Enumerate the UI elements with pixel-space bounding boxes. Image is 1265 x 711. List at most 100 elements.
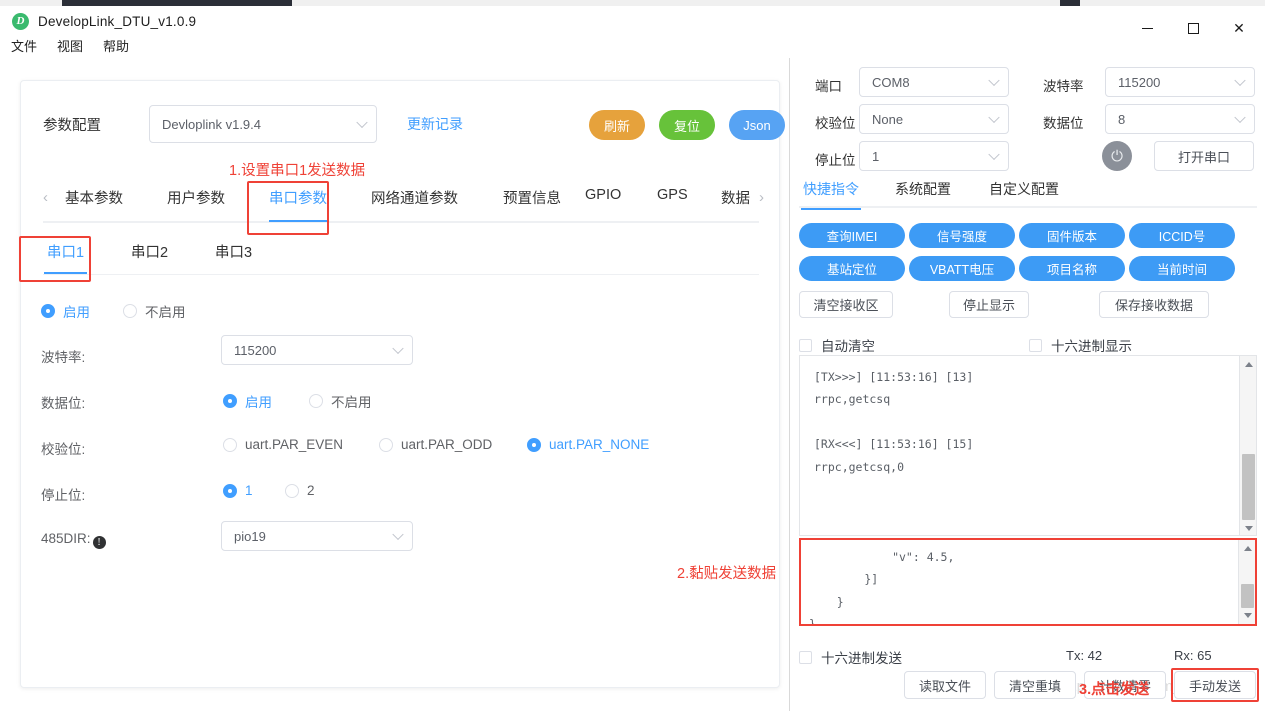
tab-network-channel[interactable]: 网络通道参数 bbox=[371, 187, 458, 208]
radio-enable-dot bbox=[41, 304, 55, 318]
scroll-down-icon[interactable] bbox=[1240, 520, 1256, 535]
left-panel: 参数配置 Devloplink v1.9.4 更新记录 刷新 复位 Json 1… bbox=[0, 58, 790, 711]
send-textarea[interactable]: "v": 4.5, }] } } bbox=[799, 538, 1257, 626]
baudrate-select-right[interactable]: 115200 bbox=[1105, 67, 1255, 97]
radio-parity-none-dot bbox=[527, 437, 541, 452]
rtab-quick-commands[interactable]: 快捷指令 bbox=[801, 179, 861, 210]
checkbox-auto-clear-label: 自动清空 bbox=[821, 339, 875, 354]
cmd-query-imei[interactable]: 查询IMEI bbox=[799, 223, 905, 248]
clear-refill-button[interactable]: 清空重填 bbox=[994, 671, 1076, 699]
config-label: 参数配置 bbox=[43, 118, 101, 134]
checkbox-hex-display[interactable]: 十六进制显示 bbox=[1029, 335, 1132, 355]
radio-parity-even-label: uart.PAR_EVEN bbox=[245, 437, 344, 452]
label-485dir-text: 485DIR: bbox=[41, 531, 91, 546]
checkbox-auto-clear[interactable]: 自动清空 bbox=[799, 335, 875, 355]
radio-databits-enable-label: 启用 bbox=[245, 395, 272, 410]
right-panel: 端口 COM8 波特率 115200 校验位 None 数据位 8 停止位 1 … bbox=[791, 58, 1265, 711]
cmd-vbatt-voltage[interactable]: VBATT电压 bbox=[909, 256, 1015, 281]
databits-select-right[interactable]: 8 bbox=[1105, 104, 1255, 134]
cmd-current-time[interactable]: 当前时间 bbox=[1129, 256, 1235, 281]
clear-receive-button[interactable]: 清空接收区 bbox=[799, 291, 893, 318]
json-button[interactable]: Json bbox=[729, 110, 785, 140]
rtab-system-config[interactable]: 系统配置 bbox=[895, 179, 951, 199]
radio-disable-label: 不启用 bbox=[145, 305, 186, 320]
firmware-select-value: Devloplink v1.9.4 bbox=[162, 116, 261, 132]
tab-gps[interactable]: GPS bbox=[657, 187, 688, 203]
save-receive-button[interactable]: 保存接收数据 bbox=[1099, 291, 1209, 318]
open-port-button[interactable]: 打开串口 bbox=[1154, 141, 1254, 171]
stopbits-select-right[interactable]: 1 bbox=[859, 141, 1009, 171]
tab-gpio[interactable]: GPIO bbox=[585, 187, 621, 203]
cmd-base-station[interactable]: 基站定位 bbox=[799, 256, 905, 281]
firmware-select[interactable]: Devloplink v1.9.4 bbox=[149, 105, 377, 143]
receive-terminal[interactable]: [TX>>>] [11:53:16] [13] rrpc,getcsq [RX<… bbox=[799, 355, 1257, 536]
read-file-button[interactable]: 读取文件 bbox=[904, 671, 986, 699]
cmd-signal-strength[interactable]: 信号强度 bbox=[909, 223, 1015, 248]
chevron-down-icon bbox=[988, 111, 1000, 124]
radio-enable[interactable]: 启用 bbox=[41, 301, 90, 321]
tab-basic-params[interactable]: 基本参数 bbox=[65, 187, 123, 208]
tab-scroll-right-icon[interactable]: › bbox=[759, 189, 764, 206]
tab-data[interactable]: 数据 bbox=[721, 187, 755, 208]
window-title: DevelopLink_DTU_v1.0.9 bbox=[38, 14, 197, 29]
tab-serial-params[interactable]: 串口参数 bbox=[269, 187, 327, 222]
tx-counter: Tx: 42 bbox=[1066, 648, 1103, 663]
rtab-quick-commands-label: 快捷指令 bbox=[803, 181, 859, 197]
radio-disable[interactable]: 不启用 bbox=[123, 301, 186, 321]
menu-item-help[interactable]: 帮助 bbox=[94, 34, 138, 57]
checkbox-auto-clear-box bbox=[799, 338, 812, 352]
rtab-custom-config[interactable]: 自定义配置 bbox=[989, 179, 1059, 199]
cmd-project-name[interactable]: 项目名称 bbox=[1019, 256, 1125, 281]
checkbox-hex-send-box bbox=[799, 650, 812, 664]
update-log-link[interactable]: 更新记录 bbox=[407, 114, 463, 134]
radio-parity-odd[interactable]: uart.PAR_ODD bbox=[379, 437, 492, 452]
menu-bar: 文件 视图 帮助 bbox=[0, 33, 1265, 58]
menu-item-view[interactable]: 视图 bbox=[48, 34, 92, 57]
info-icon[interactable]: ! bbox=[92, 536, 106, 549]
stop-display-button[interactable]: 停止显示 bbox=[949, 291, 1029, 318]
radio-stopbits-2[interactable]: 2 bbox=[285, 483, 315, 498]
radio-databits-disable[interactable]: 不启用 bbox=[309, 391, 372, 411]
radio-stopbits-1[interactable]: 1 bbox=[223, 483, 253, 498]
power-toggle-button[interactable]: ⏻ bbox=[1102, 141, 1132, 171]
radio-stopbits-2-label: 2 bbox=[307, 483, 315, 498]
radio-parity-odd-label: uart.PAR_ODD bbox=[401, 437, 493, 452]
label-485dir: 485DIR:! bbox=[41, 531, 106, 549]
chevron-down-icon bbox=[392, 528, 404, 541]
baudrate-value-right: 115200 bbox=[1118, 74, 1161, 90]
checkbox-hex-send[interactable]: 十六进制发送 bbox=[799, 647, 902, 667]
send-scrollbar[interactable] bbox=[1238, 540, 1255, 624]
receive-scrollbar[interactable] bbox=[1239, 356, 1256, 535]
app-logo-icon: D bbox=[12, 13, 29, 30]
scroll-up-icon[interactable] bbox=[1239, 540, 1255, 557]
label-port: 端口 bbox=[815, 79, 842, 94]
subtab-serial-2[interactable]: 串口2 bbox=[131, 241, 168, 262]
subtab-serial-3[interactable]: 串口3 bbox=[215, 241, 252, 262]
menu-item-file[interactable]: 文件 bbox=[2, 34, 46, 57]
minimize-icon bbox=[1141, 27, 1153, 29]
port-select[interactable]: COM8 bbox=[859, 67, 1009, 97]
checkbox-hex-display-box bbox=[1029, 338, 1042, 352]
scroll-up-icon[interactable] bbox=[1240, 356, 1256, 373]
parity-select-right[interactable]: None bbox=[859, 104, 1009, 134]
receive-terminal-text: [TX>>>] [11:53:16] [13] rrpc,getcsq [RX<… bbox=[814, 370, 974, 474]
subtab-serial-1[interactable]: 串口1 bbox=[44, 241, 88, 274]
tab-user-params[interactable]: 用户参数 bbox=[167, 187, 225, 208]
scroll-down-icon[interactable] bbox=[1239, 607, 1255, 624]
cmd-firmware-version[interactable]: 固件版本 bbox=[1019, 223, 1125, 248]
radio-databits-enable[interactable]: 启用 bbox=[223, 391, 272, 411]
radio-databits-enable-dot bbox=[223, 394, 237, 408]
tab-scroll-left-icon[interactable]: ‹ bbox=[43, 189, 48, 206]
receive-scrollbar-thumb[interactable] bbox=[1242, 454, 1255, 520]
chevron-down-icon bbox=[1234, 74, 1246, 87]
radio-parity-none[interactable]: uart.PAR_NONE bbox=[527, 437, 649, 452]
baudrate-select[interactable]: 115200 bbox=[221, 335, 413, 365]
tab-preset-info[interactable]: 预置信息 bbox=[503, 187, 561, 208]
radio-parity-even[interactable]: uart.PAR_EVEN bbox=[223, 437, 343, 452]
refresh-button[interactable]: 刷新 bbox=[589, 110, 645, 140]
cmd-iccid[interactable]: ICCID号 bbox=[1129, 223, 1235, 248]
send-scrollbar-thumb[interactable] bbox=[1241, 584, 1254, 608]
reset-button[interactable]: 复位 bbox=[659, 110, 715, 140]
manual-send-button[interactable]: 手动发送 bbox=[1174, 671, 1256, 699]
dir-pin-select[interactable]: pio19 bbox=[221, 521, 413, 551]
